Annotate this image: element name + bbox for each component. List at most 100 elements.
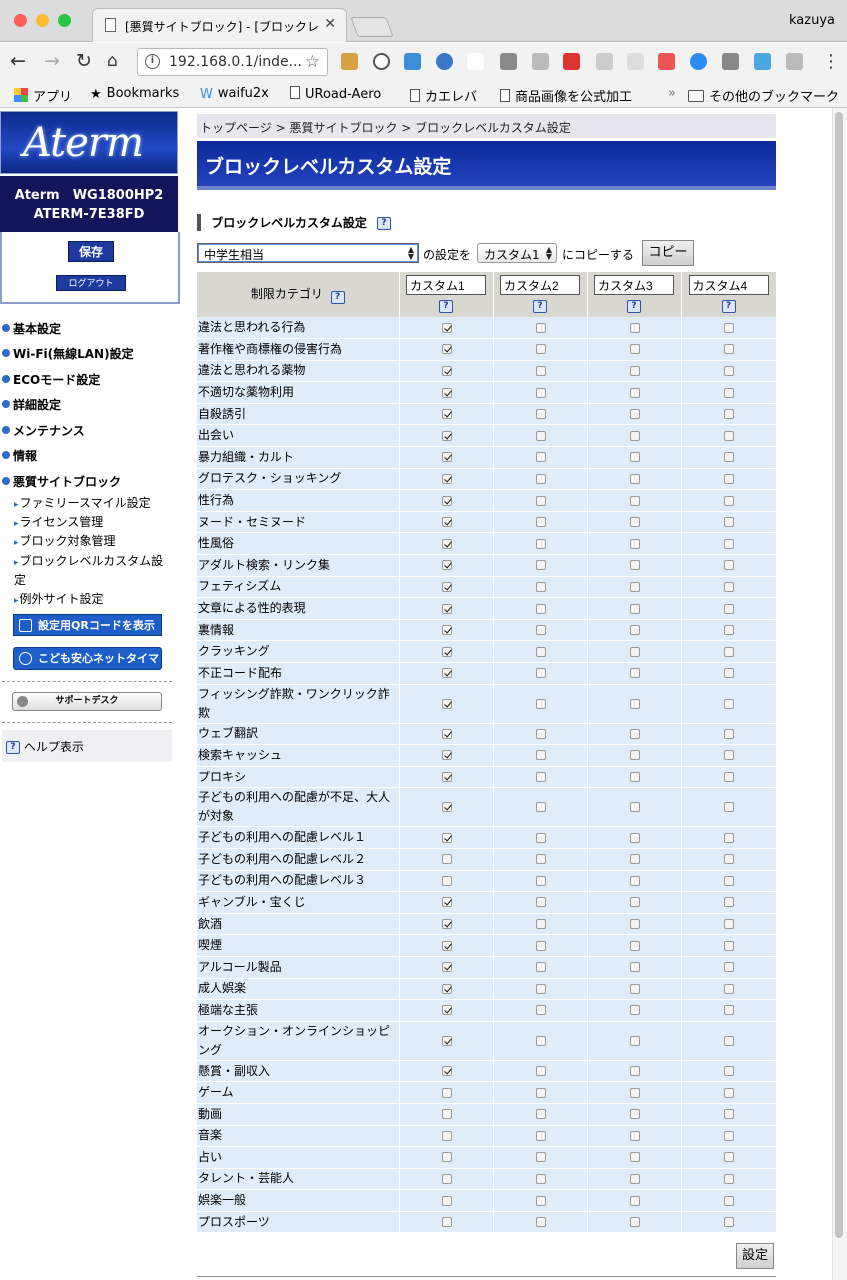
custom3-checkbox[interactable] — [629, 560, 640, 571]
custom1-checkbox[interactable] — [441, 854, 452, 865]
custom2-checkbox[interactable] — [535, 1173, 546, 1184]
custom3-checkbox[interactable] — [629, 1130, 640, 1141]
help-link[interactable]: ? ヘルプ表示 — [2, 730, 172, 762]
qr-code-button[interactable]: 設定用QRコードを表示 — [13, 614, 162, 636]
custom3-checkbox[interactable] — [629, 668, 640, 679]
custom4-checkbox[interactable] — [724, 322, 734, 333]
custom3-checkbox[interactable] — [629, 387, 640, 398]
custom3-checkbox[interactable] — [629, 1109, 640, 1120]
custom1-checkbox[interactable] — [441, 1195, 452, 1206]
bookmark-waifu2x[interactable]: Wwaifu2x — [200, 86, 269, 102]
custom4-checkbox[interactable] — [724, 962, 734, 973]
custom4-checkbox[interactable] — [724, 538, 734, 549]
nav-license[interactable]: ライセンス管理 — [14, 513, 104, 530]
custom4-checkbox[interactable] — [724, 560, 734, 571]
extension-globe-icon[interactable] — [436, 53, 453, 70]
custom4-checkbox[interactable] — [724, 1005, 734, 1016]
extension-q-icon[interactable] — [658, 53, 675, 70]
custom2-checkbox[interactable] — [535, 802, 546, 813]
close-window-icon[interactable] — [14, 14, 27, 27]
custom2-checkbox[interactable] — [535, 1130, 546, 1141]
custom1-checkbox[interactable] — [441, 538, 452, 549]
profile-name[interactable]: kazuya — [789, 13, 835, 28]
extension-image-icon[interactable] — [786, 53, 803, 70]
custom3-checkbox[interactable] — [629, 1173, 640, 1184]
help-icon[interactable]: ? — [377, 217, 392, 230]
custom2-checkbox[interactable] — [535, 1217, 546, 1228]
custom2-checkbox[interactable] — [535, 560, 546, 571]
custom4-checkbox[interactable] — [724, 919, 734, 930]
custom2-checkbox[interactable] — [535, 919, 546, 930]
custom1-checkbox[interactable] — [441, 728, 452, 739]
save-button[interactable]: 保存 — [68, 241, 114, 262]
custom2-checkbox[interactable] — [535, 538, 546, 549]
custom2-checkbox[interactable] — [535, 517, 546, 528]
custom1-checkbox[interactable] — [441, 1035, 452, 1046]
custom2-checkbox[interactable] — [535, 1152, 546, 1163]
nav-block-level-custom-cont[interactable]: 定 — [14, 571, 26, 588]
custom1-checkbox[interactable] — [441, 698, 452, 709]
custom1-checkbox[interactable] — [441, 646, 452, 657]
custom2-checkbox[interactable] — [535, 1066, 546, 1077]
custom2-checkbox[interactable] — [535, 750, 546, 761]
custom1-checkbox[interactable] — [441, 1087, 452, 1098]
custom4-checkbox[interactable] — [724, 983, 734, 994]
custom3-checkbox[interactable] — [629, 430, 640, 441]
extension-pocket-icon[interactable] — [500, 53, 517, 70]
custom1-checkbox[interactable] — [441, 603, 452, 614]
custom3-checkbox[interactable] — [629, 940, 640, 951]
custom4-checkbox[interactable] — [724, 625, 734, 636]
nav-basic-settings[interactable]: 基本設定 — [2, 320, 61, 337]
custom4-checkbox[interactable] — [724, 750, 734, 761]
nav-eco-mode[interactable]: ECOモード設定 — [2, 371, 100, 388]
nav-block-level-custom[interactable]: ブロックレベルカスタム設 — [14, 552, 164, 569]
apply-button[interactable]: 設定 — [736, 1243, 774, 1269]
custom4-checkbox[interactable] — [724, 1087, 734, 1098]
custom2-checkbox[interactable] — [535, 668, 546, 679]
custom4-checkbox[interactable] — [724, 646, 734, 657]
custom1-checkbox[interactable] — [441, 365, 452, 376]
custom2-checkbox[interactable] — [535, 430, 546, 441]
custom3-checkbox[interactable] — [629, 1195, 640, 1206]
custom2-checkbox[interactable] — [535, 772, 546, 783]
custom1-checkbox[interactable] — [441, 517, 452, 528]
custom1-checkbox[interactable] — [441, 962, 452, 973]
custom1-name-input[interactable] — [406, 275, 486, 295]
custom1-checkbox[interactable] — [441, 1066, 452, 1077]
custom2-checkbox[interactable] — [535, 495, 546, 506]
extension-info-icon[interactable] — [373, 53, 390, 70]
custom3-checkbox[interactable] — [629, 538, 640, 549]
custom3-checkbox[interactable] — [629, 409, 640, 420]
custom3-checkbox[interactable] — [629, 698, 640, 709]
custom1-checkbox[interactable] — [441, 983, 452, 994]
nav-block-target[interactable]: ブロック対象管理 — [14, 532, 116, 549]
custom1-checkbox[interactable] — [441, 1109, 452, 1120]
custom4-checkbox[interactable] — [724, 875, 734, 886]
custom1-checkbox[interactable] — [441, 750, 452, 761]
custom3-checkbox[interactable] — [629, 802, 640, 813]
custom4-checkbox[interactable] — [724, 452, 734, 463]
custom2-checkbox[interactable] — [535, 625, 546, 636]
help-icon[interactable]: ? — [721, 300, 736, 313]
custom2-checkbox[interactable] — [535, 728, 546, 739]
nav-malicious-site-block[interactable]: 悪質サイトブロック — [2, 473, 121, 490]
custom1-checkbox[interactable] — [441, 832, 452, 843]
custom1-checkbox[interactable] — [441, 430, 452, 441]
custom1-checkbox[interactable] — [441, 897, 452, 908]
custom2-name-input[interactable] — [500, 275, 580, 295]
custom1-checkbox[interactable] — [441, 452, 452, 463]
copy-button[interactable]: コピー — [642, 240, 694, 266]
custom3-checkbox[interactable] — [629, 473, 640, 484]
custom1-checkbox[interactable] — [441, 668, 452, 679]
custom2-checkbox[interactable] — [535, 940, 546, 951]
extension-doc-icon[interactable] — [596, 53, 613, 70]
custom3-checkbox[interactable] — [629, 897, 640, 908]
custom4-checkbox[interactable] — [724, 1217, 734, 1228]
extension-b-icon[interactable] — [563, 53, 580, 70]
custom4-checkbox[interactable] — [724, 387, 734, 398]
custom4-checkbox[interactable] — [724, 854, 734, 865]
custom3-checkbox[interactable] — [629, 983, 640, 994]
custom3-checkbox[interactable] — [629, 919, 640, 930]
custom3-checkbox[interactable] — [629, 603, 640, 614]
custom3-checkbox[interactable] — [629, 517, 640, 528]
